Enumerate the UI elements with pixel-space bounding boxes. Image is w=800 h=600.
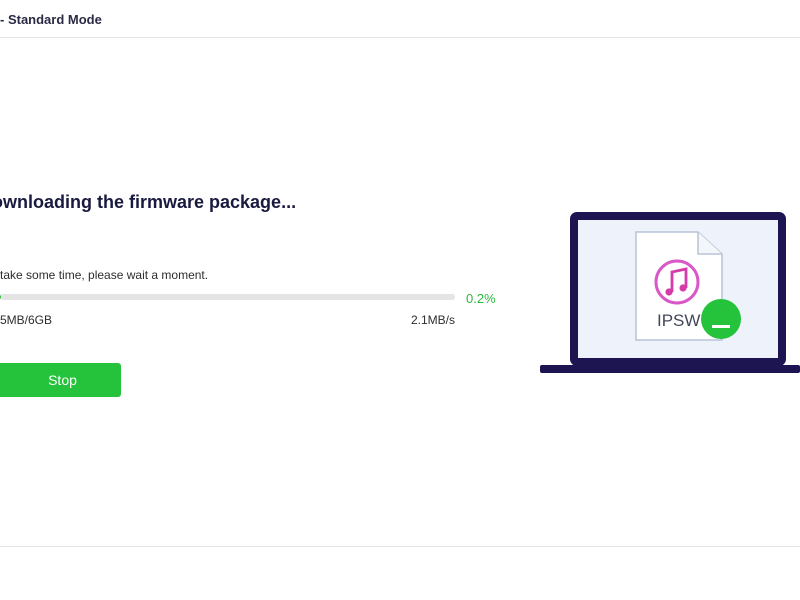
page-title: ownloading the firmware package... — [0, 192, 297, 212]
download-icon — [701, 299, 741, 339]
progress-percent: 0.2% — [466, 291, 496, 306]
laptop-icon: IPSW — [540, 212, 800, 373]
music-note-icon — [654, 259, 700, 305]
stop-button[interactable]: Stop — [0, 363, 121, 397]
ipsw-label: IPSW — [657, 311, 700, 330]
download-speed: 2.1MB/s — [410, 313, 455, 327]
footer-divider — [0, 546, 800, 547]
progress-bar-fill — [0, 294, 1, 300]
wait-message: take some time, please wait a moment. — [0, 268, 209, 282]
downloaded-size: 5MB/6GB — [0, 313, 53, 327]
title-bar: - Standard Mode — [0, 0, 800, 38]
stop-button-label: Stop — [48, 372, 77, 388]
progress-bar — [0, 294, 455, 300]
window-title: - Standard Mode — [0, 12, 102, 27]
